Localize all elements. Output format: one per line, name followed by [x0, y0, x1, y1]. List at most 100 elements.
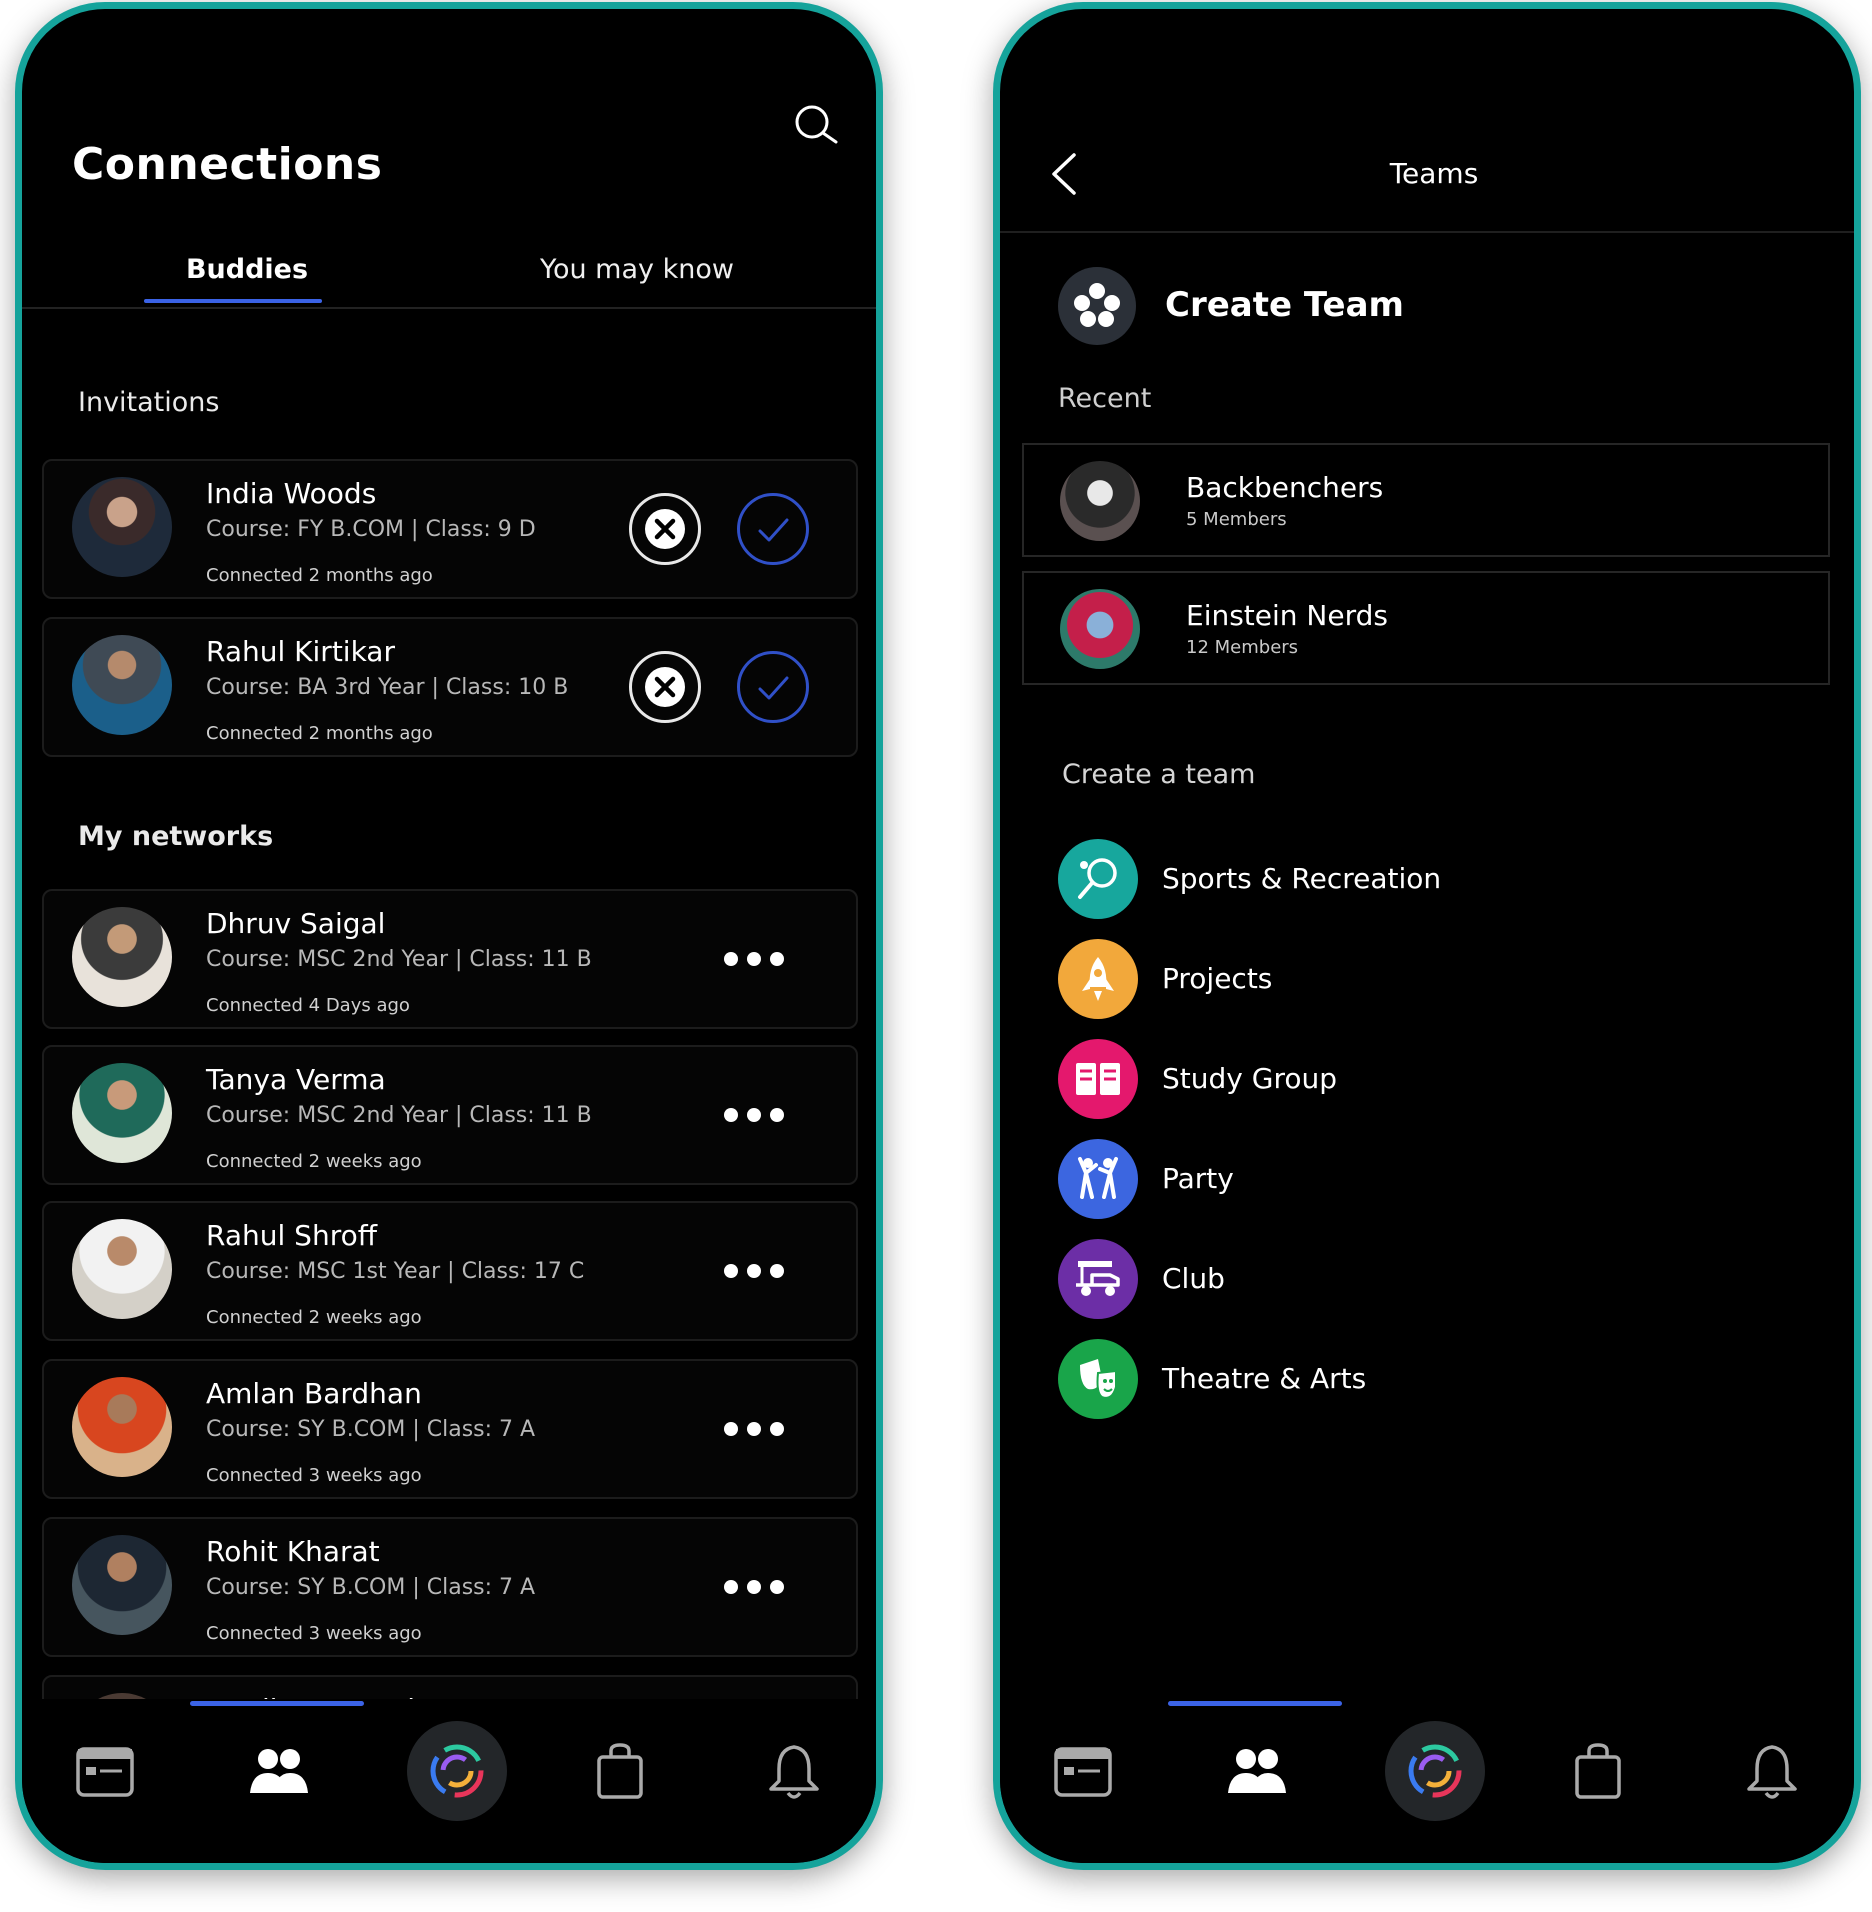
- category-theatre[interactable]: [1058, 1339, 1138, 1419]
- theatre-mask-icon: [1080, 1359, 1117, 1399]
- team-avatar: [1060, 589, 1140, 669]
- decline-button[interactable]: [629, 651, 701, 723]
- home-button[interactable]: [1385, 1721, 1485, 1821]
- avatar: [72, 907, 172, 1007]
- network-card[interactable]: Dhruv Saigal Course: MSC 2nd Year | Clas…: [42, 889, 858, 1029]
- category-sports[interactable]: [1058, 839, 1138, 919]
- avatar: [72, 1377, 172, 1477]
- contact-course: Course: SY B.COM | Class: 7 A: [206, 1575, 536, 1600]
- app-logo-icon: [1408, 1744, 1462, 1798]
- rocket-icon: [1082, 957, 1114, 1001]
- contact-course: Course: BA 3rd Year | Class: 10 B: [206, 675, 569, 700]
- search-icon[interactable]: [792, 102, 840, 150]
- contact-course: Course: MSC 1st Year | Class: 17 C: [206, 1259, 585, 1284]
- contact-name: India Woods: [206, 477, 377, 510]
- check-icon: [758, 676, 789, 700]
- people-icon[interactable]: [244, 1737, 314, 1807]
- feed-icon[interactable]: [1048, 1737, 1118, 1807]
- avatar: [72, 635, 172, 735]
- contact-name: Rohit Kharat: [206, 1535, 380, 1568]
- create-a-team-heading: Create a team: [1062, 759, 1256, 790]
- connected-time: Connected 3 weeks ago: [206, 1465, 422, 1486]
- network-card[interactable]: Tanya Verma Course: MSC 2nd Year | Class…: [42, 1045, 858, 1185]
- contact-course: Course: SY B.COM | Class: 7 A: [206, 1417, 536, 1442]
- avatar: [72, 477, 172, 577]
- avatar: [72, 1535, 172, 1635]
- bell-icon[interactable]: [1737, 1737, 1807, 1807]
- invitation-card[interactable]: Rahul Kirtikar Course: BA 3rd Year | Cla…: [42, 617, 858, 757]
- accept-button[interactable]: [737, 651, 809, 723]
- golf-cart-icon: [1076, 1261, 1120, 1296]
- recent-heading: Recent: [1058, 383, 1152, 414]
- contact-name: Rahul Kirtikar: [206, 635, 395, 668]
- connected-time: Connected 4 Days ago: [206, 995, 410, 1016]
- more-options-icon[interactable]: [724, 1105, 784, 1125]
- avatar: [72, 1063, 172, 1163]
- contact-name: Tanya Verma: [206, 1063, 386, 1096]
- accept-button[interactable]: [737, 493, 809, 565]
- more-options-icon[interactable]: [724, 1577, 784, 1597]
- category-label[interactable]: Club: [1162, 1262, 1225, 1295]
- party-people-icon: [1078, 1157, 1118, 1199]
- team-name: Backbenchers: [1186, 471, 1384, 504]
- invitation-card[interactable]: India Woods Course: FY B.COM | Class: 9 …: [42, 459, 858, 599]
- connected-time: Connected 2 months ago: [206, 723, 433, 744]
- create-team-button[interactable]: [1058, 267, 1136, 345]
- teams-screen: Teams Create Team Recent Backbenchers 5 …: [993, 2, 1861, 1870]
- people-icon[interactable]: [1222, 1737, 1292, 1807]
- check-icon: [758, 518, 789, 542]
- network-card[interactable]: Rohit Kharat Course: SY B.COM | Class: 7…: [42, 1517, 858, 1657]
- avatar: [72, 1219, 172, 1319]
- contact-name: Amlan Bardhan: [206, 1377, 422, 1410]
- shopping-bag-icon[interactable]: [585, 1737, 655, 1807]
- network-card[interactable]: Amlan Bardhan Course: SY B.COM | Class: …: [42, 1359, 858, 1499]
- category-label[interactable]: Sports & Recreation: [1162, 862, 1441, 895]
- more-options-icon[interactable]: [724, 1261, 784, 1281]
- create-team-label[interactable]: Create Team: [1165, 285, 1404, 325]
- page-title: Connections: [72, 139, 383, 190]
- network-card[interactable]: Rahul Shroff Course: MSC 1st Year | Clas…: [42, 1201, 858, 1341]
- connections-screen: Connections Buddies You may know Invitat…: [15, 2, 883, 1870]
- team-card[interactable]: Einstein Nerds 12 Members: [1022, 571, 1830, 685]
- shopping-bag-icon[interactable]: [1563, 1737, 1633, 1807]
- feed-icon[interactable]: [70, 1737, 140, 1807]
- divider: [1000, 231, 1854, 233]
- connected-time: Connected 2 weeks ago: [206, 1151, 422, 1172]
- connected-time: Connected 2 weeks ago: [206, 1307, 422, 1328]
- active-tab-indicator: [144, 299, 322, 303]
- category-label[interactable]: Party: [1162, 1162, 1234, 1195]
- category-label[interactable]: Study Group: [1162, 1062, 1337, 1095]
- team-card[interactable]: Backbenchers 5 Members: [1022, 443, 1830, 557]
- team-name: Einstein Nerds: [1186, 599, 1388, 632]
- divider: [22, 307, 876, 309]
- app-logo-icon: [430, 1744, 484, 1798]
- team-avatar: [1060, 461, 1140, 541]
- category-club[interactable]: [1058, 1239, 1138, 1319]
- category-projects[interactable]: [1058, 939, 1138, 1019]
- home-button[interactable]: [407, 1721, 507, 1821]
- category-label[interactable]: Projects: [1162, 962, 1272, 995]
- tab-you-may-know[interactable]: You may know: [522, 254, 752, 285]
- category-label[interactable]: Theatre & Arts: [1162, 1362, 1366, 1395]
- category-party[interactable]: [1058, 1139, 1138, 1219]
- contact-course: Course: FY B.COM | Class: 9 D: [206, 517, 536, 542]
- active-nav-indicator: [1168, 1701, 1342, 1706]
- my-networks-heading: My networks: [78, 821, 274, 852]
- contact-name: Rahul Shroff: [206, 1219, 378, 1252]
- team-members: 12 Members: [1186, 637, 1299, 658]
- tab-buddies[interactable]: Buddies: [172, 254, 322, 285]
- connected-time: Connected 3 weeks ago: [206, 1623, 422, 1644]
- active-nav-indicator: [190, 1701, 364, 1706]
- contact-name: Dhruv Saigal: [206, 907, 386, 940]
- category-study-group[interactable]: [1058, 1039, 1138, 1119]
- close-icon: [645, 509, 685, 549]
- team-members: 5 Members: [1186, 509, 1287, 530]
- decline-button[interactable]: [629, 493, 701, 565]
- book-icon: [1076, 1063, 1120, 1095]
- team-icon: [1074, 283, 1120, 327]
- more-options-icon[interactable]: [724, 949, 784, 969]
- page-title: Teams: [1389, 157, 1479, 190]
- bell-icon[interactable]: [759, 1737, 829, 1807]
- contact-course: Course: MSC 2nd Year | Class: 11 B: [206, 947, 592, 972]
- more-options-icon[interactable]: [724, 1419, 784, 1439]
